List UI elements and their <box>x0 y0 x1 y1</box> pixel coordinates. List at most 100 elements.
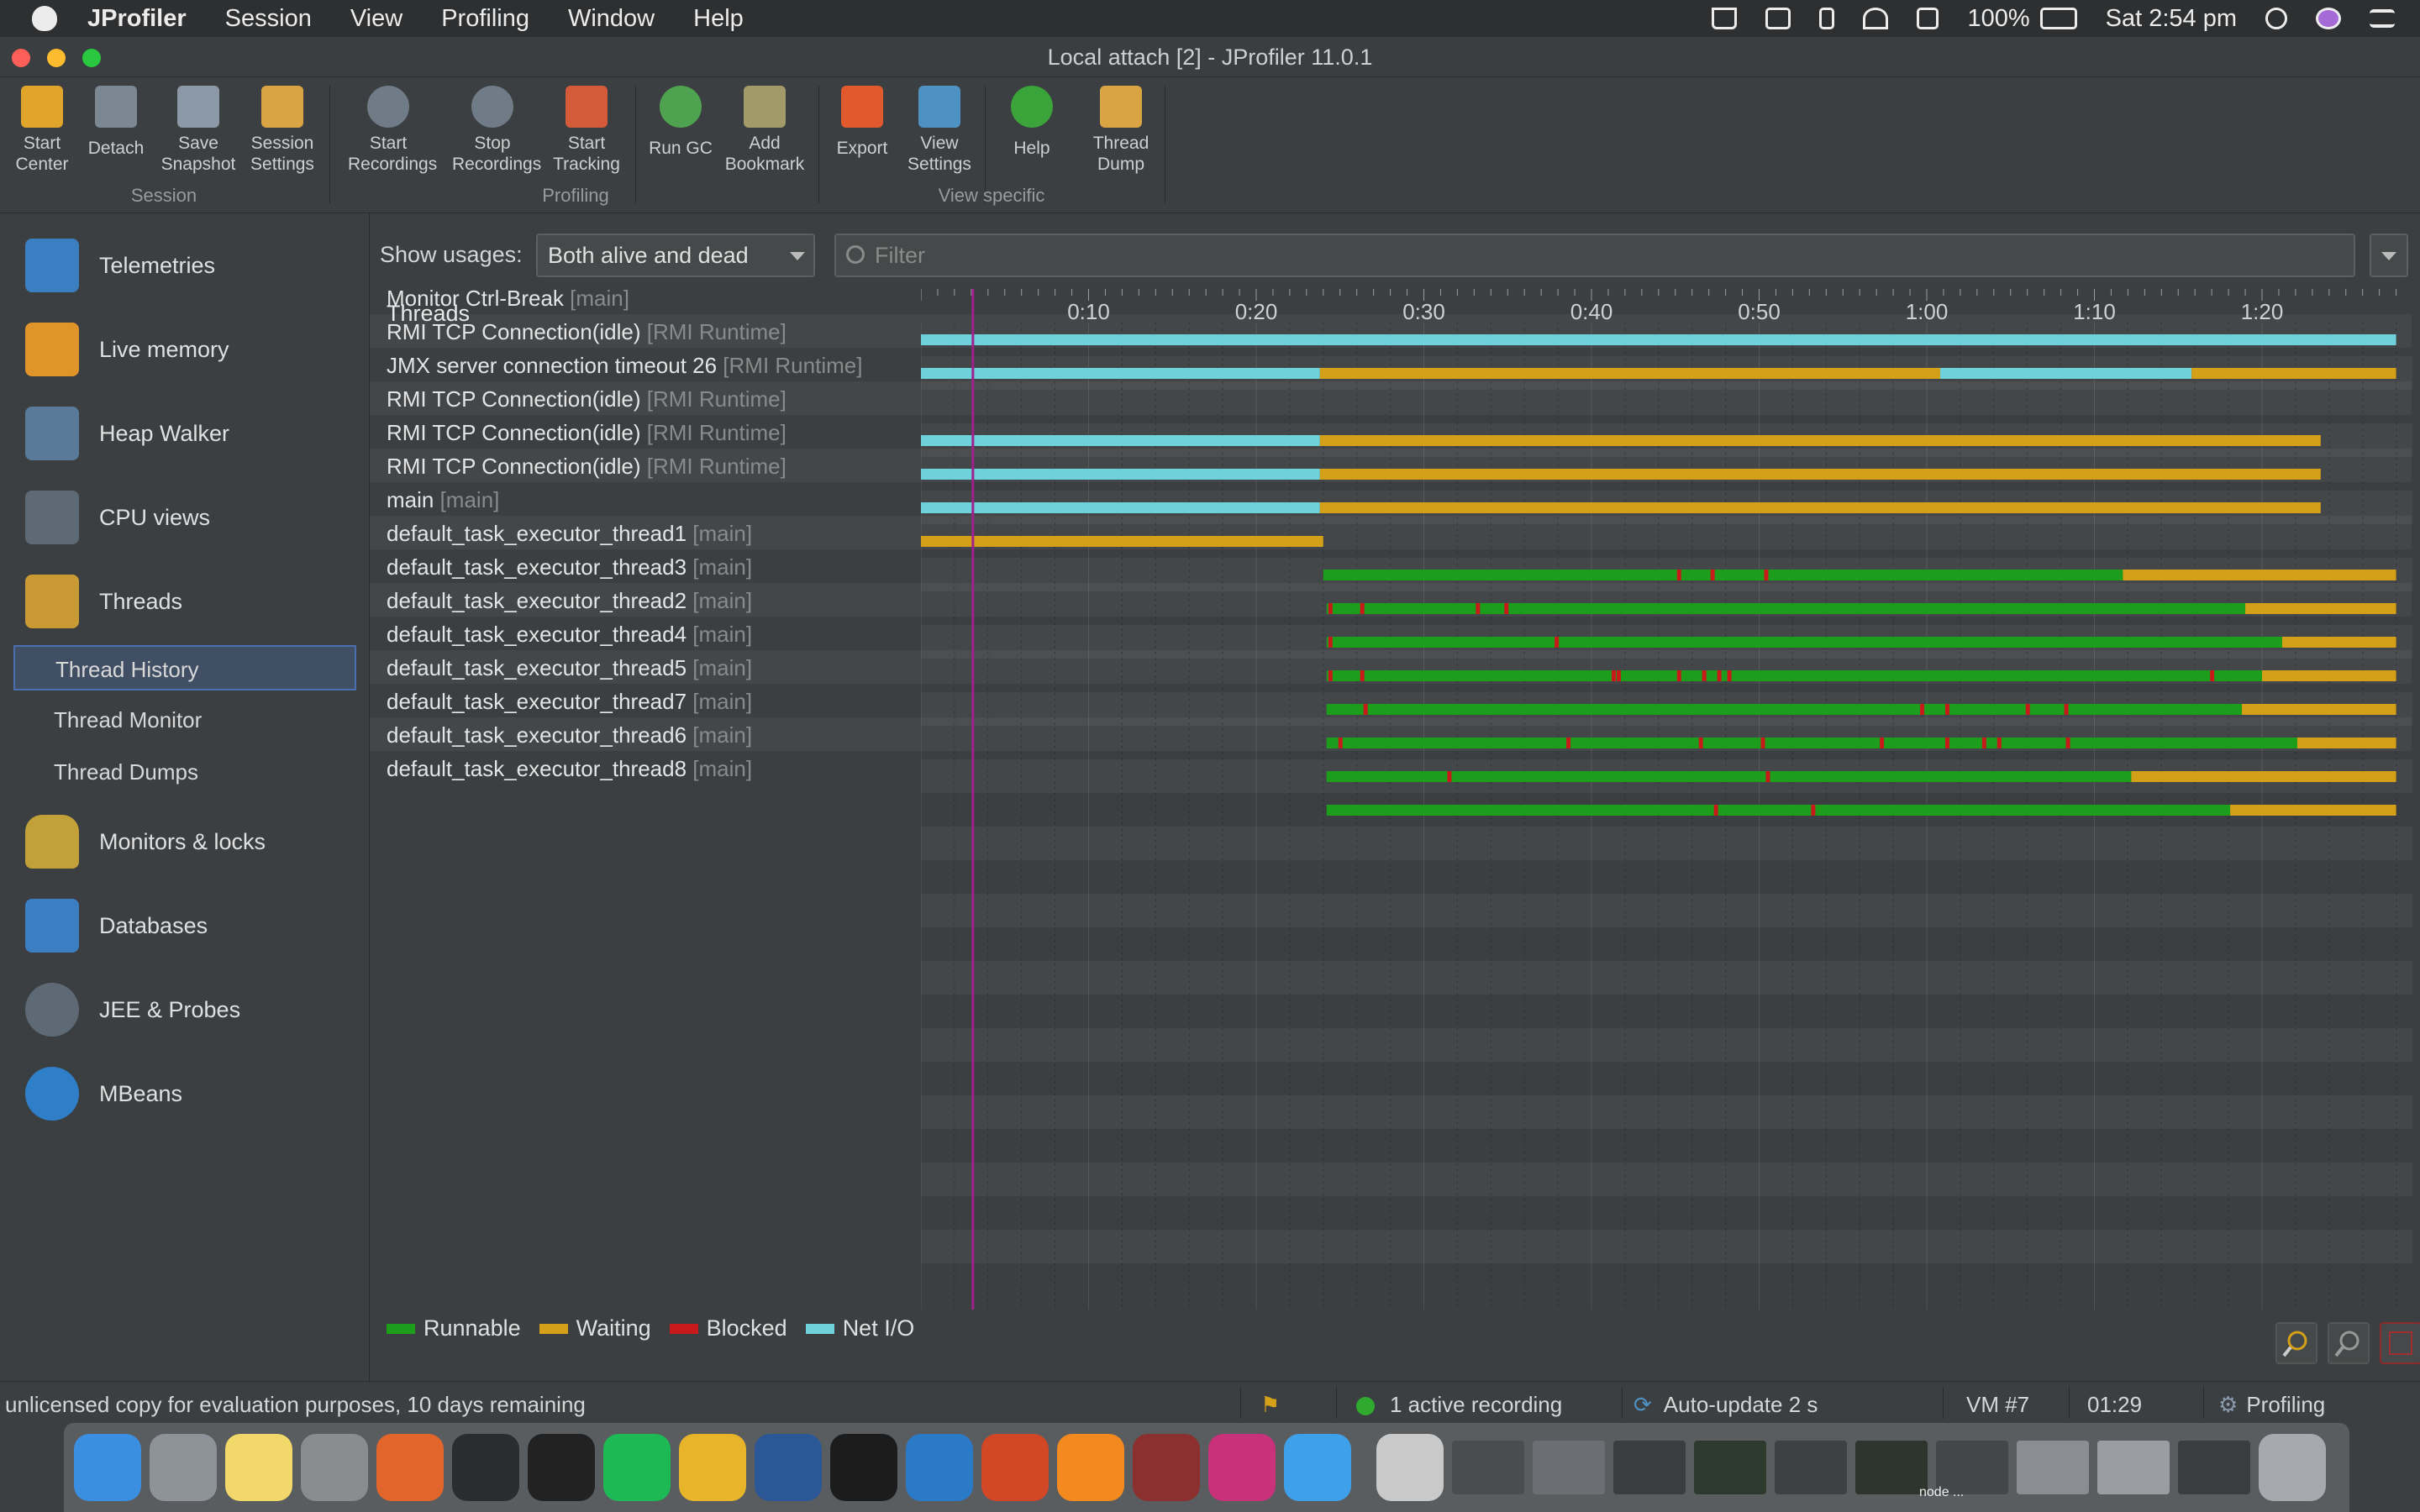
thread-state-bar[interactable] <box>921 536 1323 547</box>
sidebar-item-monitors-locks[interactable]: Monitors & locks <box>25 808 266 875</box>
start-center-button[interactable]: Start Center <box>2 86 82 175</box>
sidebar-item-cpu-views[interactable]: CPU views <box>25 484 210 551</box>
thread-state-bar[interactable] <box>2123 570 2396 580</box>
blocked-mark[interactable] <box>2064 704 2069 715</box>
blocked-mark[interactable] <box>1760 738 1765 748</box>
stop-recordings-button[interactable]: Stop Recordings <box>452 86 541 175</box>
menu-view[interactable]: View <box>350 5 402 33</box>
blocked-mark[interactable] <box>2025 704 2030 715</box>
window-thumbnail-icon[interactable] <box>2097 1441 2170 1494</box>
blocked-mark[interactable] <box>1555 637 1560 648</box>
vscode-icon[interactable] <box>906 1434 973 1501</box>
wifi-icon[interactable] <box>1863 8 1889 29</box>
thread-state-bar[interactable] <box>1319 502 2321 513</box>
blocked-mark[interactable] <box>1360 670 1365 681</box>
zoom-window-button[interactable] <box>82 49 101 67</box>
terminal-icon[interactable] <box>830 1434 897 1501</box>
sidebar-item-telemetries[interactable]: Telemetries <box>25 232 215 299</box>
powerpoint-icon[interactable] <box>981 1434 1049 1501</box>
battery-icon[interactable] <box>2039 8 2077 29</box>
vlc-icon[interactable] <box>1057 1434 1124 1501</box>
battery-percent[interactable]: 100% <box>1967 5 2029 33</box>
spotlight-search-icon[interactable] <box>2265 8 2287 29</box>
thread-state-bar[interactable] <box>1939 368 2192 379</box>
intellij-icon[interactable] <box>1208 1434 1276 1501</box>
blocked-mark[interactable] <box>2065 738 2070 748</box>
run-gc-button[interactable]: Run GC <box>640 86 721 159</box>
thread-state-bar[interactable] <box>921 334 2396 345</box>
system-preferences-icon[interactable] <box>301 1434 368 1501</box>
thread-state-bar[interactable] <box>921 469 1320 480</box>
filter-options-button[interactable] <box>2370 234 2408 277</box>
airplay-icon[interactable] <box>1765 8 1791 29</box>
zoom-out-button[interactable] <box>2328 1322 2370 1364</box>
window-thumbnail-icon[interactable] <box>2178 1441 2250 1494</box>
spotify-icon[interactable] <box>603 1434 671 1501</box>
thread-state-bar[interactable] <box>921 502 1320 513</box>
thread-state-bar[interactable] <box>1319 435 2321 446</box>
view-settings-button[interactable]: View Settings <box>899 86 980 175</box>
sidebar-item-heap-walker[interactable]: Heap Walker <box>25 400 229 467</box>
blocked-mark[interactable] <box>1566 738 1571 748</box>
window-thumbnail-icon[interactable] <box>1452 1441 1524 1494</box>
thread-state-bar[interactable] <box>921 368 1320 379</box>
notification-center-icon[interactable] <box>2370 9 2395 28</box>
launchpad-icon[interactable] <box>150 1434 217 1501</box>
firefox-icon[interactable] <box>376 1434 444 1501</box>
blocked-mark[interactable] <box>1944 738 1949 748</box>
terminal-dark-icon[interactable] <box>528 1434 595 1501</box>
filter-input[interactable]: Filter <box>834 234 2355 277</box>
apple-logo-icon[interactable] <box>32 6 57 31</box>
blocked-mark[interactable] <box>1920 704 1925 715</box>
thread-state-bar[interactable] <box>1319 368 1940 379</box>
show-usages-dropdown[interactable]: Both alive and dead <box>536 234 815 277</box>
trash-icon[interactable] <box>2259 1434 2326 1501</box>
menu-profiling[interactable]: Profiling <box>441 5 529 33</box>
blocked-mark[interactable] <box>1360 603 1365 614</box>
sidebar-item-jee-probes[interactable]: JEE & Probes <box>25 976 240 1043</box>
blocked-mark[interactable] <box>1328 637 1333 648</box>
window-thumbnail-icon[interactable] <box>2017 1441 2089 1494</box>
blocked-mark[interactable] <box>1447 771 1452 782</box>
window-thumbnail-icon[interactable] <box>1533 1441 1605 1494</box>
blocked-mark[interactable] <box>1811 805 1816 816</box>
thread-state-bar[interactable] <box>2242 704 2396 715</box>
blocked-mark[interactable] <box>1676 670 1681 681</box>
thread-state-bar[interactable] <box>1326 637 2282 648</box>
window-thumbnail-icon[interactable] <box>1694 1441 1766 1494</box>
thread-state-bar[interactable] <box>2230 805 2396 816</box>
session-settings-button[interactable]: Session Settings <box>242 86 323 175</box>
thread-state-bar[interactable] <box>2281 637 2396 648</box>
word-icon[interactable] <box>755 1434 822 1501</box>
thread-state-bar[interactable] <box>1326 670 2262 681</box>
thread-dump-button[interactable]: Thread Dump <box>1081 86 1161 175</box>
preview-icon[interactable] <box>1376 1434 1444 1501</box>
volume-icon[interactable] <box>1917 8 1939 29</box>
blocked-mark[interactable] <box>1996 738 2002 748</box>
thread-state-bar[interactable] <box>1326 704 2243 715</box>
thread-state-bar[interactable] <box>921 435 1320 446</box>
siri-icon[interactable] <box>2316 8 2341 29</box>
window-thumbnail-icon[interactable] <box>1613 1441 1686 1494</box>
blocked-mark[interactable] <box>1363 704 1368 715</box>
profiling-mode[interactable]: ⚙ Profiling <box>2218 1392 2325 1418</box>
close-window-button[interactable] <box>12 49 30 67</box>
thread-state-bar[interactable] <box>1319 469 2321 480</box>
menu-app-name[interactable]: JProfiler <box>87 5 187 33</box>
vlc-status-icon[interactable] <box>1712 8 1738 29</box>
thread-state-bar[interactable] <box>1326 805 2231 816</box>
menu-help[interactable]: Help <box>693 5 744 33</box>
safari-icon[interactable] <box>1284 1434 1351 1501</box>
detach-button[interactable]: Detach <box>76 86 156 159</box>
blocked-mark[interactable] <box>1676 570 1681 580</box>
dictionary-icon[interactable] <box>1133 1434 1200 1501</box>
thread-state-bar[interactable] <box>2191 368 2396 379</box>
export-button[interactable]: Export <box>822 86 902 159</box>
autoupdate-status[interactable]: ⟳ Auto-update 2 s <box>1634 1392 1818 1418</box>
help-button[interactable]: Help <box>992 86 1072 159</box>
blocked-mark[interactable] <box>1764 570 1769 580</box>
blocked-mark[interactable] <box>1702 670 1707 681</box>
sidebar-subitem-thread-history[interactable]: Thread History <box>13 645 356 690</box>
minimize-window-button[interactable] <box>47 49 66 67</box>
blocked-mark[interactable] <box>1710 570 1715 580</box>
